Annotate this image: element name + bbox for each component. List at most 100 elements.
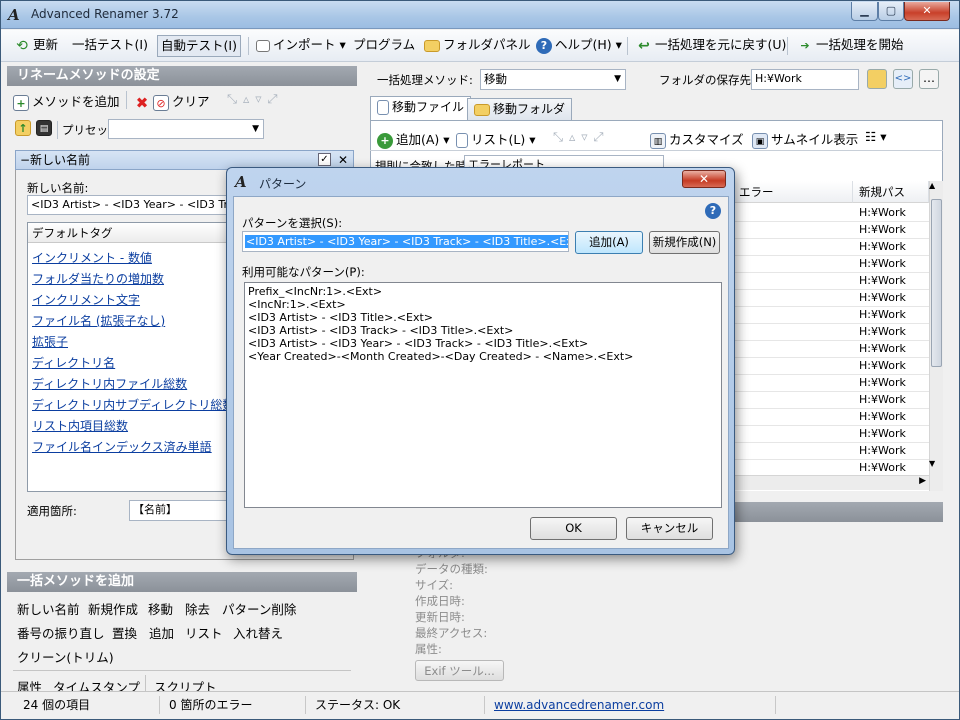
new-path-cell: H:¥Work — [859, 461, 906, 474]
close-button[interactable]: ✕ — [904, 2, 950, 21]
tag-link[interactable]: リスト内項目総数 — [32, 417, 128, 434]
pattern-item[interactable]: <ID3 Artist> - <ID3 Track> - <ID3 Title>… — [248, 324, 513, 337]
method-swap[interactable]: 入れ替え — [233, 623, 283, 642]
tag-link[interactable]: 拡張子 — [32, 333, 68, 350]
pattern-item[interactable]: Prefix_<IncNr:1>.<Ext> — [248, 285, 382, 298]
pattern-item[interactable]: <IncNr:1>.<Ext> — [248, 298, 346, 311]
move-method-buttons[interactable]: ⤡▵▿⤢ — [227, 91, 284, 107]
help-icon[interactable]: ? — [705, 203, 721, 219]
folder-icon — [474, 103, 490, 116]
column-header-new-path[interactable]: 新規パス — [853, 181, 929, 203]
tag-link[interactable]: フォルダ当たりの増加数 — [32, 270, 164, 287]
list-button[interactable]: リスト(L) ▾ — [456, 129, 535, 148]
dialog-close-button[interactable]: ✕ — [682, 170, 726, 188]
tag-link[interactable]: ディレクトリ内ファイル総数 — [32, 375, 187, 392]
column-header-error[interactable]: エラー — [733, 181, 853, 203]
apply-to-select[interactable]: 【名前】 — [129, 500, 241, 521]
browse-folder-button[interactable] — [867, 69, 887, 89]
start-batch-button[interactable]: ➔ 一括処理を開始 — [794, 35, 907, 57]
file-property-label: 更新日時: — [415, 610, 465, 624]
method-remove-pattern[interactable]: パターン削除 — [222, 599, 296, 618]
view-mode-button[interactable]: ☷ ▾ — [865, 129, 886, 144]
file-property-label: サイズ: — [415, 578, 454, 592]
clear-button[interactable]: ✖ ⊘ クリア — [134, 91, 210, 111]
batch-test-button[interactable]: 一括テスト(I) — [69, 35, 151, 57]
add-pattern-button[interactable]: 追加(A) — [575, 231, 643, 254]
scroll-right-icon[interactable]: ▶ — [919, 476, 926, 486]
method-new-case[interactable]: 新規作成 — [88, 599, 138, 618]
tag-link[interactable]: ファイル名 (拡張子なし) — [32, 312, 165, 329]
new-name-input[interactable]: <ID3 Artist> - <ID3 Year> - <ID3 Track> … — [27, 195, 242, 215]
tag-link[interactable]: インクリメント - 数値 — [32, 249, 152, 266]
method-move[interactable]: 移動 — [148, 599, 173, 618]
output-folder-input[interactable]: H:¥Work — [751, 69, 859, 90]
open-preset-button[interactable]: ↑ — [15, 120, 34, 136]
maximize-button[interactable]: ▢ — [878, 2, 904, 21]
folder-icon — [424, 39, 440, 52]
tag-link[interactable]: ディレクトリ名 — [32, 354, 115, 371]
file-property-label: データの種類: — [415, 562, 488, 576]
add-method-button[interactable]: + メソッドを追加 — [13, 91, 120, 111]
main-window: A Advanced Renamer 3.72 ▁ ▢ ✕ ⟲ 更新 一括テスト(… — [0, 0, 960, 720]
tag-link[interactable]: ファイル名インデックス済み単語 — [32, 438, 212, 455]
selected-pattern-input[interactable]: <ID3 Artist> - <ID3 Year> - <ID3 Track> … — [242, 231, 569, 252]
tag-link[interactable]: インクリメント文字 — [32, 291, 140, 308]
new-path-cell: H:¥Work — [859, 223, 906, 236]
code-button[interactable]: <> — [893, 69, 913, 89]
method-remove[interactable]: 除去 — [185, 599, 210, 618]
auto-test-button[interactable]: 自動テスト(I) — [157, 35, 241, 57]
new-name-label: 新しい名前: — [27, 181, 89, 195]
tab-move-files[interactable]: 移動ファイル — [370, 96, 472, 121]
method-title: 新しい名前 — [30, 153, 91, 167]
pattern-item[interactable]: <ID3 Artist> - <ID3 Title>.<Ext> — [248, 311, 433, 324]
tab-move-folders[interactable]: 移動フォルダ — [467, 98, 573, 120]
new-pattern-button[interactable]: 新規作成(N) — [649, 231, 720, 254]
method-trim[interactable]: クリーン(トリム) — [17, 647, 114, 666]
thumbnails-button[interactable]: ▣ サムネイル表示 — [752, 129, 858, 149]
scrollbar-thumb[interactable] — [931, 199, 942, 367]
import-button[interactable]: インポート ▾ — [253, 35, 349, 57]
method-enabled-checkbox[interactable]: ✓ — [318, 153, 331, 166]
pattern-item[interactable]: <ID3 Artist> - <ID3 Year> - <ID3 Track> … — [248, 337, 588, 350]
refresh-button[interactable]: ⟲ 更新 — [11, 35, 61, 57]
undo-batch-button[interactable]: ↩ 一括処理を元に戻す(U) — [633, 35, 789, 57]
method-list[interactable]: リスト — [185, 623, 223, 642]
move-file-buttons[interactable]: ⤡▵▿⤢ — [553, 129, 610, 145]
apply-to-label: 適用箇所: — [27, 504, 77, 518]
website-link[interactable]: www.advancedrenamer.com — [486, 696, 776, 714]
pattern-item[interactable]: <Year Created>-<Month Created>-<Day Crea… — [248, 350, 633, 363]
customize-button[interactable]: ▥ カスタマイズ — [650, 129, 744, 149]
more-button[interactable]: … — [919, 69, 939, 89]
scroll-up-icon[interactable]: ▲ — [929, 181, 935, 190]
method-separator — [13, 670, 351, 671]
window-title: Advanced Renamer 3.72 — [31, 7, 179, 21]
error-count: 0 箇所のエラー — [161, 696, 306, 714]
preset-select[interactable]: ▼ — [108, 119, 264, 139]
folder-panel-button[interactable]: フォルダパネル — [421, 35, 534, 57]
chevron-down-icon: ▼ — [614, 74, 621, 84]
save-icon: ▤ — [36, 120, 52, 136]
scroll-down-icon[interactable]: ▼ — [929, 459, 935, 468]
method-new-name[interactable]: 新しい名前 — [17, 599, 80, 618]
new-path-cell: H:¥Work — [859, 274, 906, 287]
file-icon — [456, 133, 468, 148]
help-button[interactable]: ? ヘルプ(H) ▾ — [533, 35, 625, 57]
add-method-icon: + — [13, 94, 29, 111]
collapse-icon[interactable]: − — [20, 151, 30, 169]
exif-tool-button[interactable]: Exif ツール... — [415, 660, 504, 681]
save-preset-button[interactable]: ▤ — [36, 120, 55, 136]
method-renumber[interactable]: 番号の振り直し — [17, 623, 105, 642]
vertical-scrollbar[interactable] — [929, 181, 943, 491]
minimize-button[interactable]: ▁ — [851, 2, 878, 21]
new-path-cell: H:¥Work — [859, 291, 906, 304]
batch-method-select[interactable]: 移動 ▼ — [480, 69, 626, 90]
method-replace[interactable]: 置換 — [112, 623, 137, 642]
tag-link[interactable]: ディレクトリ内サブディレクトリ総数 — [32, 396, 234, 413]
cancel-button[interactable]: キャンセル — [626, 517, 713, 540]
method-add[interactable]: 追加 — [149, 623, 174, 642]
file-property-label: 作成日時: — [415, 594, 465, 608]
add-files-button[interactable]: + 追加(A) ▾ — [377, 129, 450, 149]
file-property-label: 最終アクセス: — [415, 626, 488, 640]
program-button[interactable]: プログラム — [350, 35, 418, 57]
ok-button[interactable]: OK — [530, 517, 617, 540]
